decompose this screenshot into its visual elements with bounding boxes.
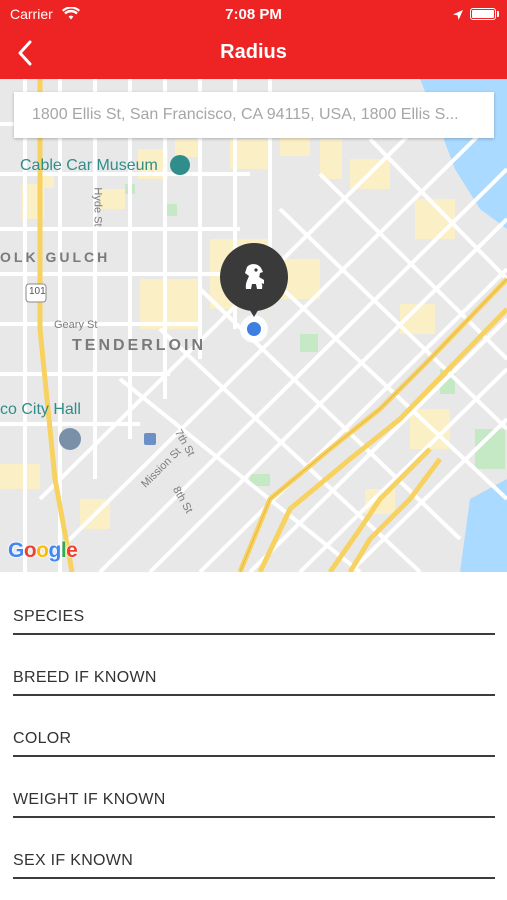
breed-field-label: BREED IF KNOWN — [13, 669, 157, 686]
nav-bar: Radius — [0, 28, 507, 79]
weight-field-label: WEIGHT IF KNOWN — [13, 791, 166, 808]
color-field-label: COLOR — [13, 730, 72, 747]
color-field[interactable]: COLOR — [13, 697, 495, 757]
status-bar: Carrier 7:08 PM — [0, 0, 507, 28]
dog-paw-pin-icon — [245, 264, 264, 289]
current-location-dot — [245, 320, 263, 338]
clock: 7:08 PM — [225, 6, 282, 23]
geary-st-label: Geary St — [54, 319, 98, 331]
breed-field[interactable]: BREED IF KNOWN — [13, 636, 495, 696]
battery-nub — [497, 11, 499, 17]
cable-car-museum-label: Cable Car Museum — [20, 157, 158, 174]
sex-field-label: SEX IF KNOWN — [13, 852, 134, 869]
tenderloin-label: TENDERLOIN — [72, 337, 206, 354]
polk-gulch-label: OLK GULCH — [0, 249, 111, 265]
city-hall-label: co City Hall — [0, 401, 81, 418]
species-field[interactable]: SPECIES — [13, 575, 495, 635]
location-arrow-icon — [452, 8, 464, 26]
hyde-st-label: Hyde St — [91, 187, 104, 227]
weight-field[interactable]: WEIGHT IF KNOWN — [13, 758, 495, 818]
address-search-input[interactable]: 1800 Ellis St, San Francisco, CA 94115, … — [14, 92, 494, 138]
route-101-label: 101 — [29, 286, 46, 297]
species-field-label: SPECIES — [13, 608, 85, 625]
map-view[interactable]: 101 Cable Car Museum OLK GULCH TENDERLOI… — [0, 79, 507, 572]
battery-icon — [470, 8, 496, 20]
page-title: Radius — [220, 41, 287, 63]
pet-location-pin[interactable] — [220, 243, 288, 311]
google-attribution: Google — [8, 539, 78, 562]
sex-field[interactable]: SEX IF KNOWN — [13, 819, 495, 879]
